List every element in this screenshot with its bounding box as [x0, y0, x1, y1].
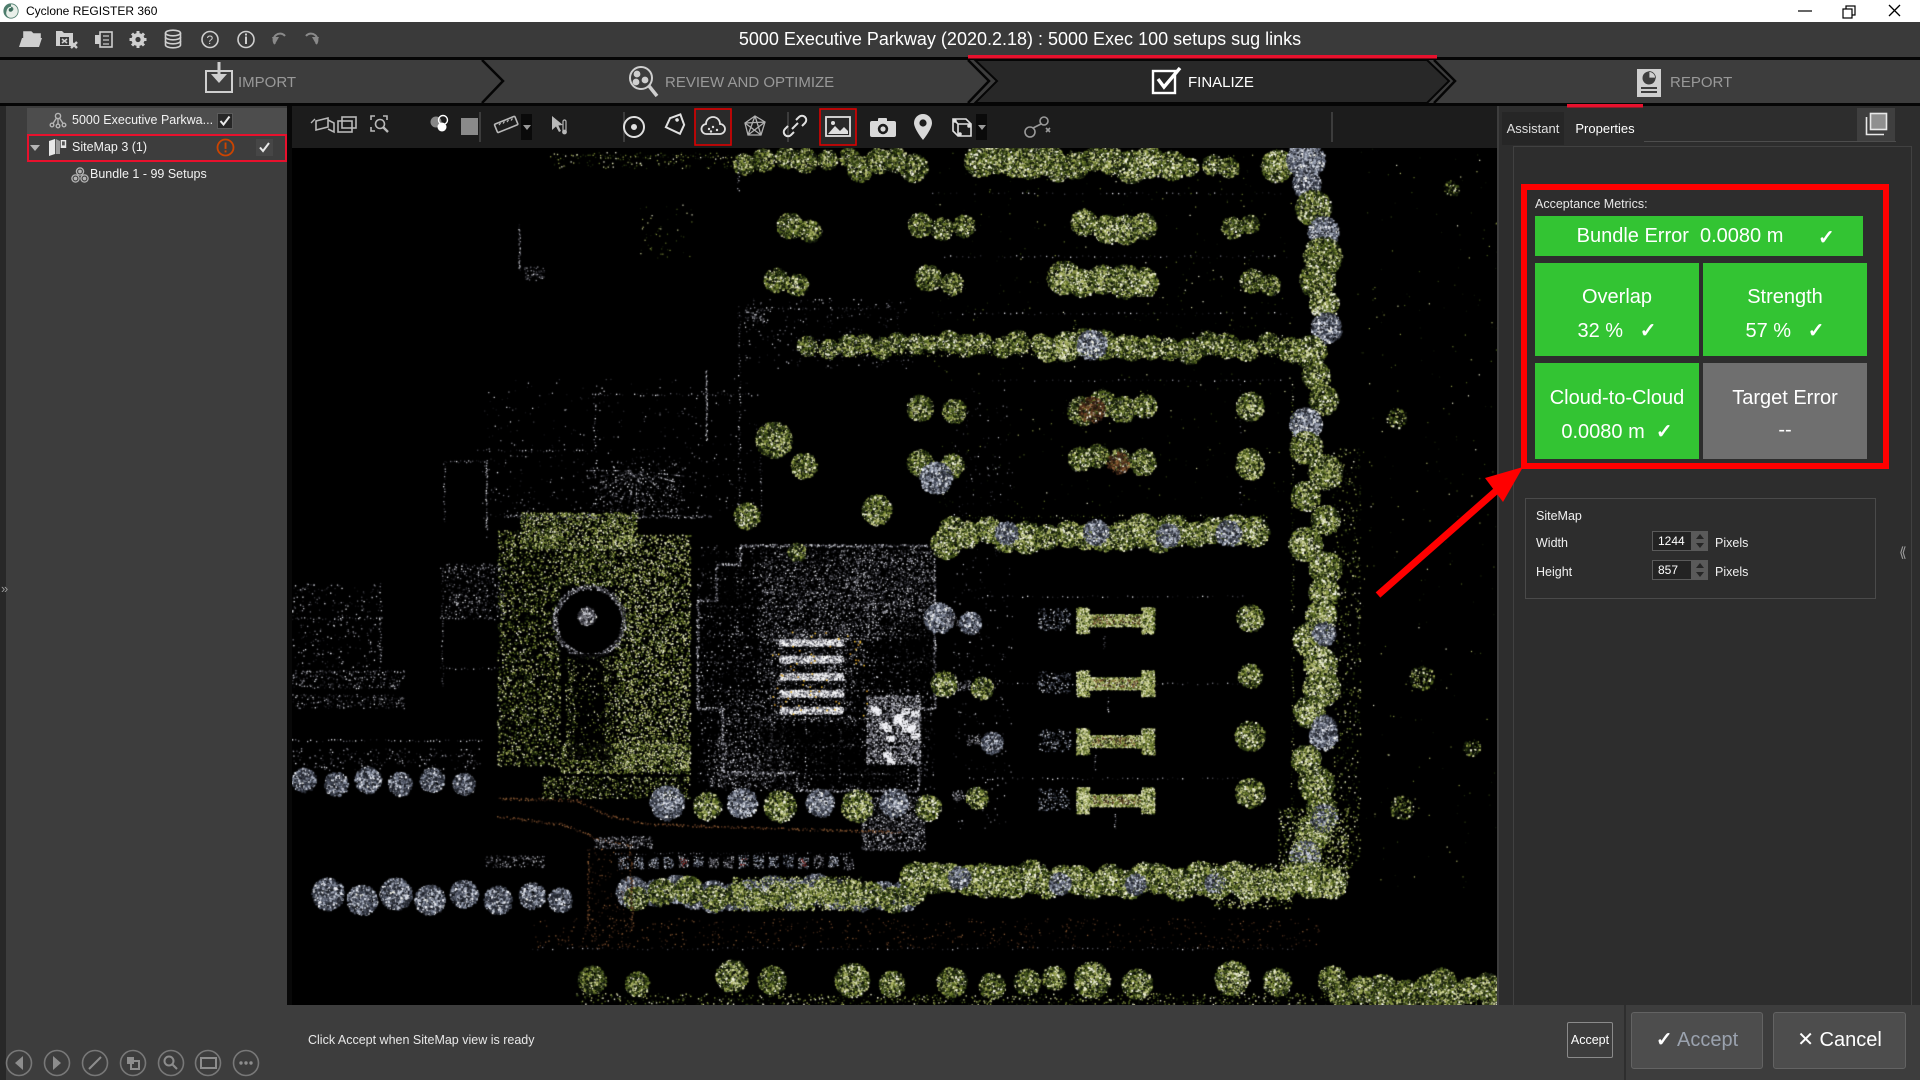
svg-text:REVIEW AND OPTIMIZE: REVIEW AND OPTIMIZE [665, 74, 834, 91]
svg-text:REPORT: REPORT [1670, 74, 1732, 91]
svg-text:IMPORT: IMPORT [238, 74, 296, 91]
svg-text:FINALIZE: FINALIZE [1188, 74, 1254, 91]
